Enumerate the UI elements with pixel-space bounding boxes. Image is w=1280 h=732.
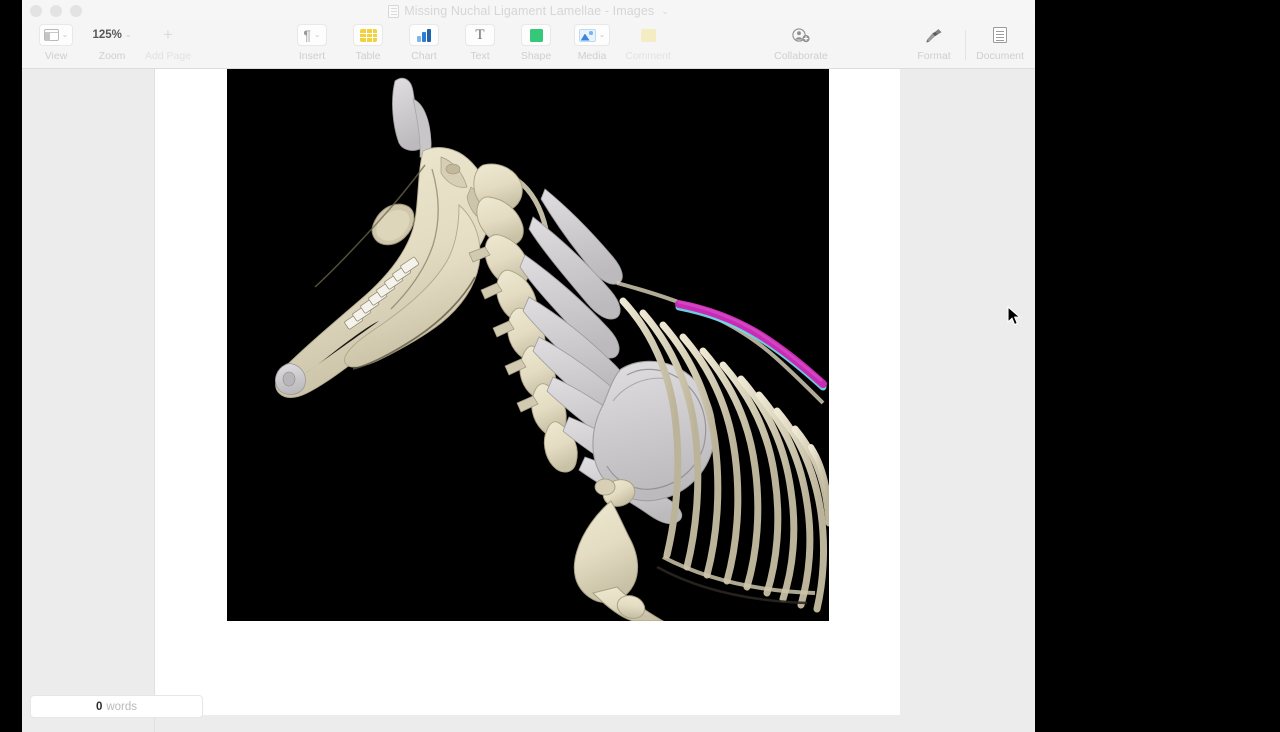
toolbar-label-table: Table xyxy=(355,50,381,62)
document-page[interactable] xyxy=(155,69,900,715)
zoom-button[interactable]: 125% ⌄ xyxy=(87,24,136,46)
chevron-down-icon[interactable]: ⌄ xyxy=(661,6,669,17)
workspace: 0 words xyxy=(22,69,1035,732)
toolbar-label-add-page: Add Page xyxy=(144,50,192,62)
page-thumbnail-sidebar[interactable] xyxy=(22,69,155,732)
minimize-button[interactable] xyxy=(50,5,62,17)
maximize-button[interactable] xyxy=(70,5,82,17)
window-title-group: Missing Nuchal Ligament Lamellae - Image… xyxy=(22,0,1035,22)
toolbar-item-shape[interactable]: Shape xyxy=(508,24,564,62)
toolbar-label-view: View xyxy=(44,50,68,62)
shape-button[interactable] xyxy=(521,24,551,46)
window-title: Missing Nuchal Ligament Lamellae - Image… xyxy=(404,4,655,18)
toolbar-label-text: Text xyxy=(470,50,490,62)
window-controls[interactable] xyxy=(30,5,82,17)
document-canvas[interactable] xyxy=(155,69,1035,732)
pilcrow-icon: ¶ xyxy=(303,27,311,43)
horse-skeleton-nuchal-ligament-render[interactable] xyxy=(227,69,829,621)
toolbar-collaborate-group: Collaborate xyxy=(762,24,840,62)
toolbar-item-media[interactable]: ⌄ Media xyxy=(564,24,620,62)
plus-icon: + xyxy=(163,25,173,44)
toolbar-label-comment: Comment xyxy=(625,50,671,62)
toolbar-label-format: Format xyxy=(917,50,951,62)
toolbar-divider xyxy=(965,30,966,60)
toolbar-item-zoom[interactable]: 125% ⌄ Zoom xyxy=(84,24,140,62)
toolbar-label-collaborate: Collaborate xyxy=(774,50,828,62)
document-lines-icon xyxy=(993,27,1007,43)
toolbar-item-chart[interactable]: Chart xyxy=(396,24,452,62)
toolbar-label-insert: Insert xyxy=(298,50,326,62)
chevron-down-icon: ⌄ xyxy=(598,30,606,39)
collaborate-person-add-icon xyxy=(792,27,810,43)
mouse-pointer xyxy=(1007,305,1022,326)
toolbar-item-collaborate[interactable]: Collaborate xyxy=(762,24,840,62)
word-count-number: 0 xyxy=(95,700,103,713)
chevron-down-icon: ⌄ xyxy=(61,30,69,39)
view-panel-icon xyxy=(43,29,59,41)
comment-icon xyxy=(640,28,656,42)
word-count-label: words xyxy=(106,700,138,713)
toolbar-label-chart: Chart xyxy=(411,50,437,62)
toolbar-item-view[interactable]: ⌄ View xyxy=(28,24,84,62)
text-button[interactable]: T xyxy=(465,24,495,46)
word-count-field[interactable]: 0 words xyxy=(30,695,203,718)
toolbar-item-insert[interactable]: ¶ ⌄ Insert xyxy=(284,24,340,62)
toolbar-label-media: Media xyxy=(577,50,607,62)
toolbar-item-add-page[interactable]: + Add Page xyxy=(140,24,196,62)
toolbar-view-group: ⌄ View 125% ⌄ Zoom + Add Page xyxy=(28,24,196,62)
view-button[interactable]: ⌄ xyxy=(38,24,74,46)
text-t-icon: T xyxy=(475,26,485,43)
pages-document-window: Missing Nuchal Ligament Lamellae - Image… xyxy=(22,0,1035,732)
zoom-level-value: 125% xyxy=(92,29,122,41)
toolbar: ⌄ View 125% ⌄ Zoom + Add Page ¶ ⌄ Insert… xyxy=(22,22,1035,69)
chevron-down-icon: ⌄ xyxy=(313,30,321,39)
toolbar-item-text[interactable]: T Text xyxy=(452,24,508,62)
toolbar-item-format[interactable]: Format xyxy=(903,24,965,62)
media-button[interactable]: ⌄ xyxy=(573,24,611,46)
toolbar-item-document[interactable]: Document xyxy=(965,24,1035,62)
table-button[interactable] xyxy=(353,24,383,46)
toolbar-label-zoom: Zoom xyxy=(98,50,126,62)
screen: Missing Nuchal Ligament Lamellae - Image… xyxy=(0,0,1280,732)
comment-button[interactable] xyxy=(633,24,663,46)
toolbar-inspector-group: Format Document xyxy=(903,24,1035,62)
document-button[interactable] xyxy=(985,24,1015,46)
close-button[interactable] xyxy=(30,5,42,17)
chart-icon xyxy=(417,28,431,42)
collaborate-button[interactable] xyxy=(786,24,816,46)
format-button[interactable] xyxy=(919,24,949,46)
chevron-down-icon: ⌄ xyxy=(124,30,132,39)
window-titlebar[interactable]: Missing Nuchal Ligament Lamellae - Image… xyxy=(22,0,1035,22)
media-icon xyxy=(578,28,596,42)
toolbar-label-shape: Shape xyxy=(520,50,552,62)
chart-button[interactable] xyxy=(409,24,439,46)
insert-button[interactable]: ¶ ⌄ xyxy=(297,24,327,46)
toolbar-item-comment[interactable]: Comment xyxy=(620,24,676,62)
table-icon xyxy=(359,28,377,42)
add-page-button[interactable]: + xyxy=(153,24,183,46)
toolbar-item-table[interactable]: Table xyxy=(340,24,396,62)
toolbar-insert-group: ¶ ⌄ Insert Table Chart T Text Shape ⌄ Me… xyxy=(284,24,676,62)
toolbar-label-document: Document xyxy=(976,50,1024,62)
format-brush-icon xyxy=(925,28,943,43)
shape-icon xyxy=(529,28,543,42)
document-badge-icon xyxy=(388,4,400,18)
